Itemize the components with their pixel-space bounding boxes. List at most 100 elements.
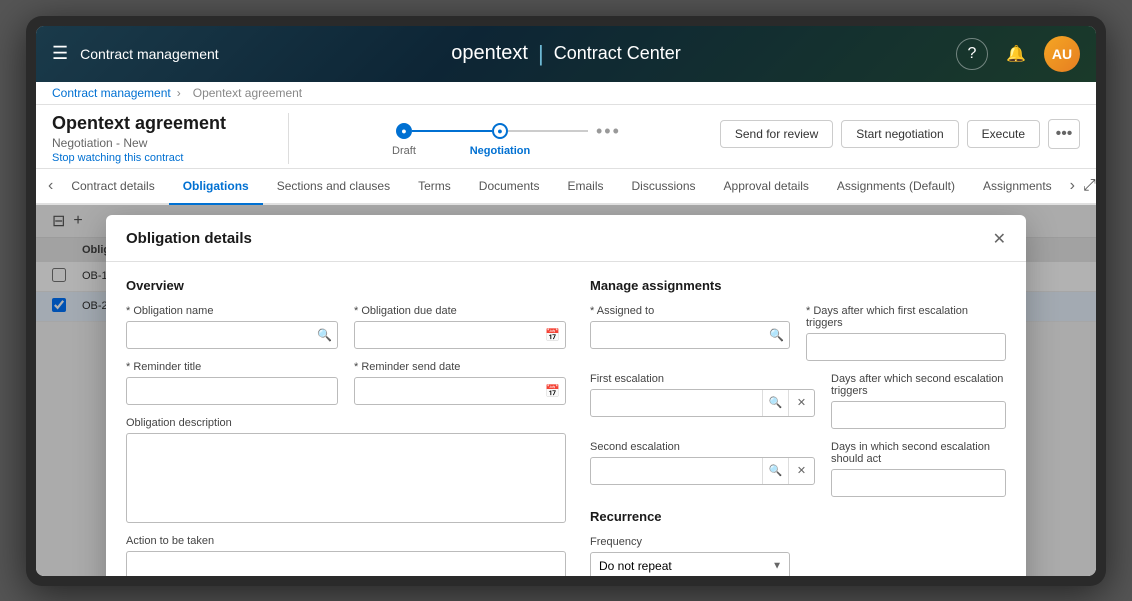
first-escalation-clear-btn[interactable]: ✕ <box>788 390 814 416</box>
second-escalation-input[interactable] <box>591 460 762 482</box>
group-obligation-desc: Obligation description <box>126 417 566 523</box>
watch-link[interactable]: Stop watching this contract <box>52 152 272 164</box>
second-escalation-input-wrapper: 🔍 ✕ <box>590 457 815 485</box>
step-negotiation: ● Negotiation <box>492 123 508 139</box>
header-divider <box>288 113 289 164</box>
manage-section-title: Manage assignments <box>590 278 1006 293</box>
assigned-to-label: * Assigned to <box>590 305 790 317</box>
hamburger-menu[interactable]: ☰ <box>52 43 68 64</box>
breadcrumb-separator: › <box>177 86 181 100</box>
obligation-due-date-input[interactable] <box>354 321 566 349</box>
step-label-negotiation: Negotiation <box>470 145 531 157</box>
progress-track: ● Draft ● Negotiation ••• <box>305 113 720 150</box>
contract-info: Opentext agreement Negotiation - New Sto… <box>52 113 272 164</box>
first-escalation-input[interactable] <box>591 392 762 414</box>
days-second-input[interactable] <box>831 401 1006 429</box>
obligation-name-input[interactable] <box>126 321 338 349</box>
days-second-act-input[interactable] <box>831 469 1006 497</box>
bell-icon: 🔔 <box>1006 44 1026 64</box>
recurrence-section-title: Recurrence <box>590 509 1006 524</box>
more-actions-button[interactable]: ••• <box>1048 119 1080 149</box>
tabs-bar: ‹ Contract details Obligations Sections … <box>36 169 1096 205</box>
modal-header: Obligation details ✕ <box>106 215 1026 262</box>
assigned-to-wrapper: 🔍 <box>590 321 790 349</box>
days-second-wrapper <box>831 401 1006 429</box>
group-reminder-title: * Reminder title <box>126 361 338 405</box>
action-label: Action to be taken <box>126 535 566 547</box>
progress-steps: ● Draft ● Negotiation ••• <box>396 121 629 142</box>
modal-title: Obligation details <box>126 230 252 247</box>
tab-documents[interactable]: Documents <box>465 169 554 205</box>
modal-overlay: Obligation details ✕ Overview * Obligati… <box>36 205 1096 576</box>
brand-pipe: | <box>538 41 544 67</box>
contract-actions: Send for review Start negotiation Execut… <box>720 113 1080 149</box>
nav-right-icons: ? 🔔 AU <box>956 36 1080 72</box>
obligation-due-date-label: * Obligation due date <box>354 305 566 317</box>
tab-discussions[interactable]: Discussions <box>618 169 710 205</box>
tab-prev-button[interactable]: ‹ <box>44 171 57 201</box>
group-reminder-send-date: * Reminder send date 📅 <box>354 361 566 405</box>
tab-terms[interactable]: Terms <box>404 169 465 205</box>
obligation-desc-textarea[interactable] <box>126 433 566 523</box>
brand-contract-text: Contract Center <box>554 43 681 64</box>
frequency-label: Frequency <box>590 536 790 548</box>
tab-contract-details[interactable]: Contract details <box>57 169 168 205</box>
breadcrumb: Contract management › Opentext agreement <box>36 82 1096 105</box>
breadcrumb-parent-link[interactable]: Contract management <box>52 86 171 100</box>
row-second-escalation: Second escalation 🔍 ✕ Days in which seco… <box>590 441 1006 497</box>
tab-expand-button[interactable]: ⤢ <box>1079 173 1096 199</box>
user-avatar[interactable]: AU <box>1044 36 1080 72</box>
tab-obligations[interactable]: Obligations <box>169 169 263 205</box>
notification-button[interactable]: 🔔 <box>1000 38 1032 70</box>
send-for-review-button[interactable]: Send for review <box>720 120 833 148</box>
tab-assignments-default[interactable]: Assignments (Default) <box>823 169 969 205</box>
group-second-escalation: Second escalation 🔍 ✕ <box>590 441 815 497</box>
row-reminder: * Reminder title * Reminder send date <box>126 361 566 405</box>
assigned-to-input[interactable] <box>590 321 790 349</box>
group-action: Action to be taken <box>126 535 566 576</box>
top-navigation: ☰ Contract management opentext | Contrac… <box>36 26 1096 82</box>
step-circle-negotiation: ● <box>492 123 508 139</box>
modal-body: Overview * Obligation name 🔍 <box>106 262 1026 576</box>
obligation-due-date-wrapper: 📅 <box>354 321 566 349</box>
step-label-draft: Draft <box>392 145 416 157</box>
tab-approval-details[interactable]: Approval details <box>710 169 823 205</box>
modal-right-section: Manage assignments * Assigned to 🔍 <box>590 278 1006 576</box>
group-obligation-name: * Obligation name 🔍 <box>126 305 338 349</box>
frequency-select[interactable]: Do not repeat Daily Weekly Monthly Yearl… <box>590 552 790 576</box>
tab-emails[interactable]: Emails <box>553 169 617 205</box>
overview-section-title: Overview <box>126 278 566 293</box>
action-textarea[interactable] <box>126 551 566 576</box>
days-first-input[interactable] <box>806 333 1006 361</box>
reminder-title-wrapper <box>126 377 338 405</box>
reminder-title-label: * Reminder title <box>126 361 338 373</box>
help-button[interactable]: ? <box>956 38 988 70</box>
first-escalation-label: First escalation <box>590 373 815 385</box>
second-escalation-clear-btn[interactable]: ✕ <box>788 458 814 484</box>
days-first-wrapper <box>806 333 1006 361</box>
modal-close-button[interactable]: ✕ <box>993 229 1006 249</box>
tab-assignments[interactable]: Assignments <box>969 169 1066 205</box>
days-first-label: * Days after which first escalation trig… <box>806 305 1006 329</box>
more-dots-icon: ••• <box>1056 125 1073 143</box>
step-circle-draft: ● <box>396 123 412 139</box>
days-second-act-wrapper <box>831 469 1006 497</box>
first-escalation-search-btn[interactable]: 🔍 <box>762 390 788 416</box>
step-line-1 <box>412 130 492 132</box>
row-assigned-days-first: * Assigned to 🔍 * Days after which first… <box>590 305 1006 361</box>
step-more-dots: ••• <box>588 121 629 142</box>
second-escalation-label: Second escalation <box>590 441 815 453</box>
execute-button[interactable]: Execute <box>967 120 1040 148</box>
step-draft: ● Draft <box>396 123 412 139</box>
contract-name: Opentext agreement <box>52 113 272 134</box>
tab-next-button[interactable]: › <box>1066 171 1079 201</box>
first-escalation-input-wrapper: 🔍 ✕ <box>590 389 815 417</box>
start-negotiation-button[interactable]: Start negotiation <box>841 120 958 148</box>
days-second-label: Days after which second escalation trigg… <box>831 373 1006 397</box>
breadcrumb-current: Opentext agreement <box>193 86 302 100</box>
tab-sections-clauses[interactable]: Sections and clauses <box>263 169 404 205</box>
second-escalation-search-btn[interactable]: 🔍 <box>762 458 788 484</box>
reminder-title-input[interactable] <box>126 377 338 405</box>
reminder-send-date-input[interactable] <box>354 377 566 405</box>
group-days-first: * Days after which first escalation trig… <box>806 305 1006 361</box>
